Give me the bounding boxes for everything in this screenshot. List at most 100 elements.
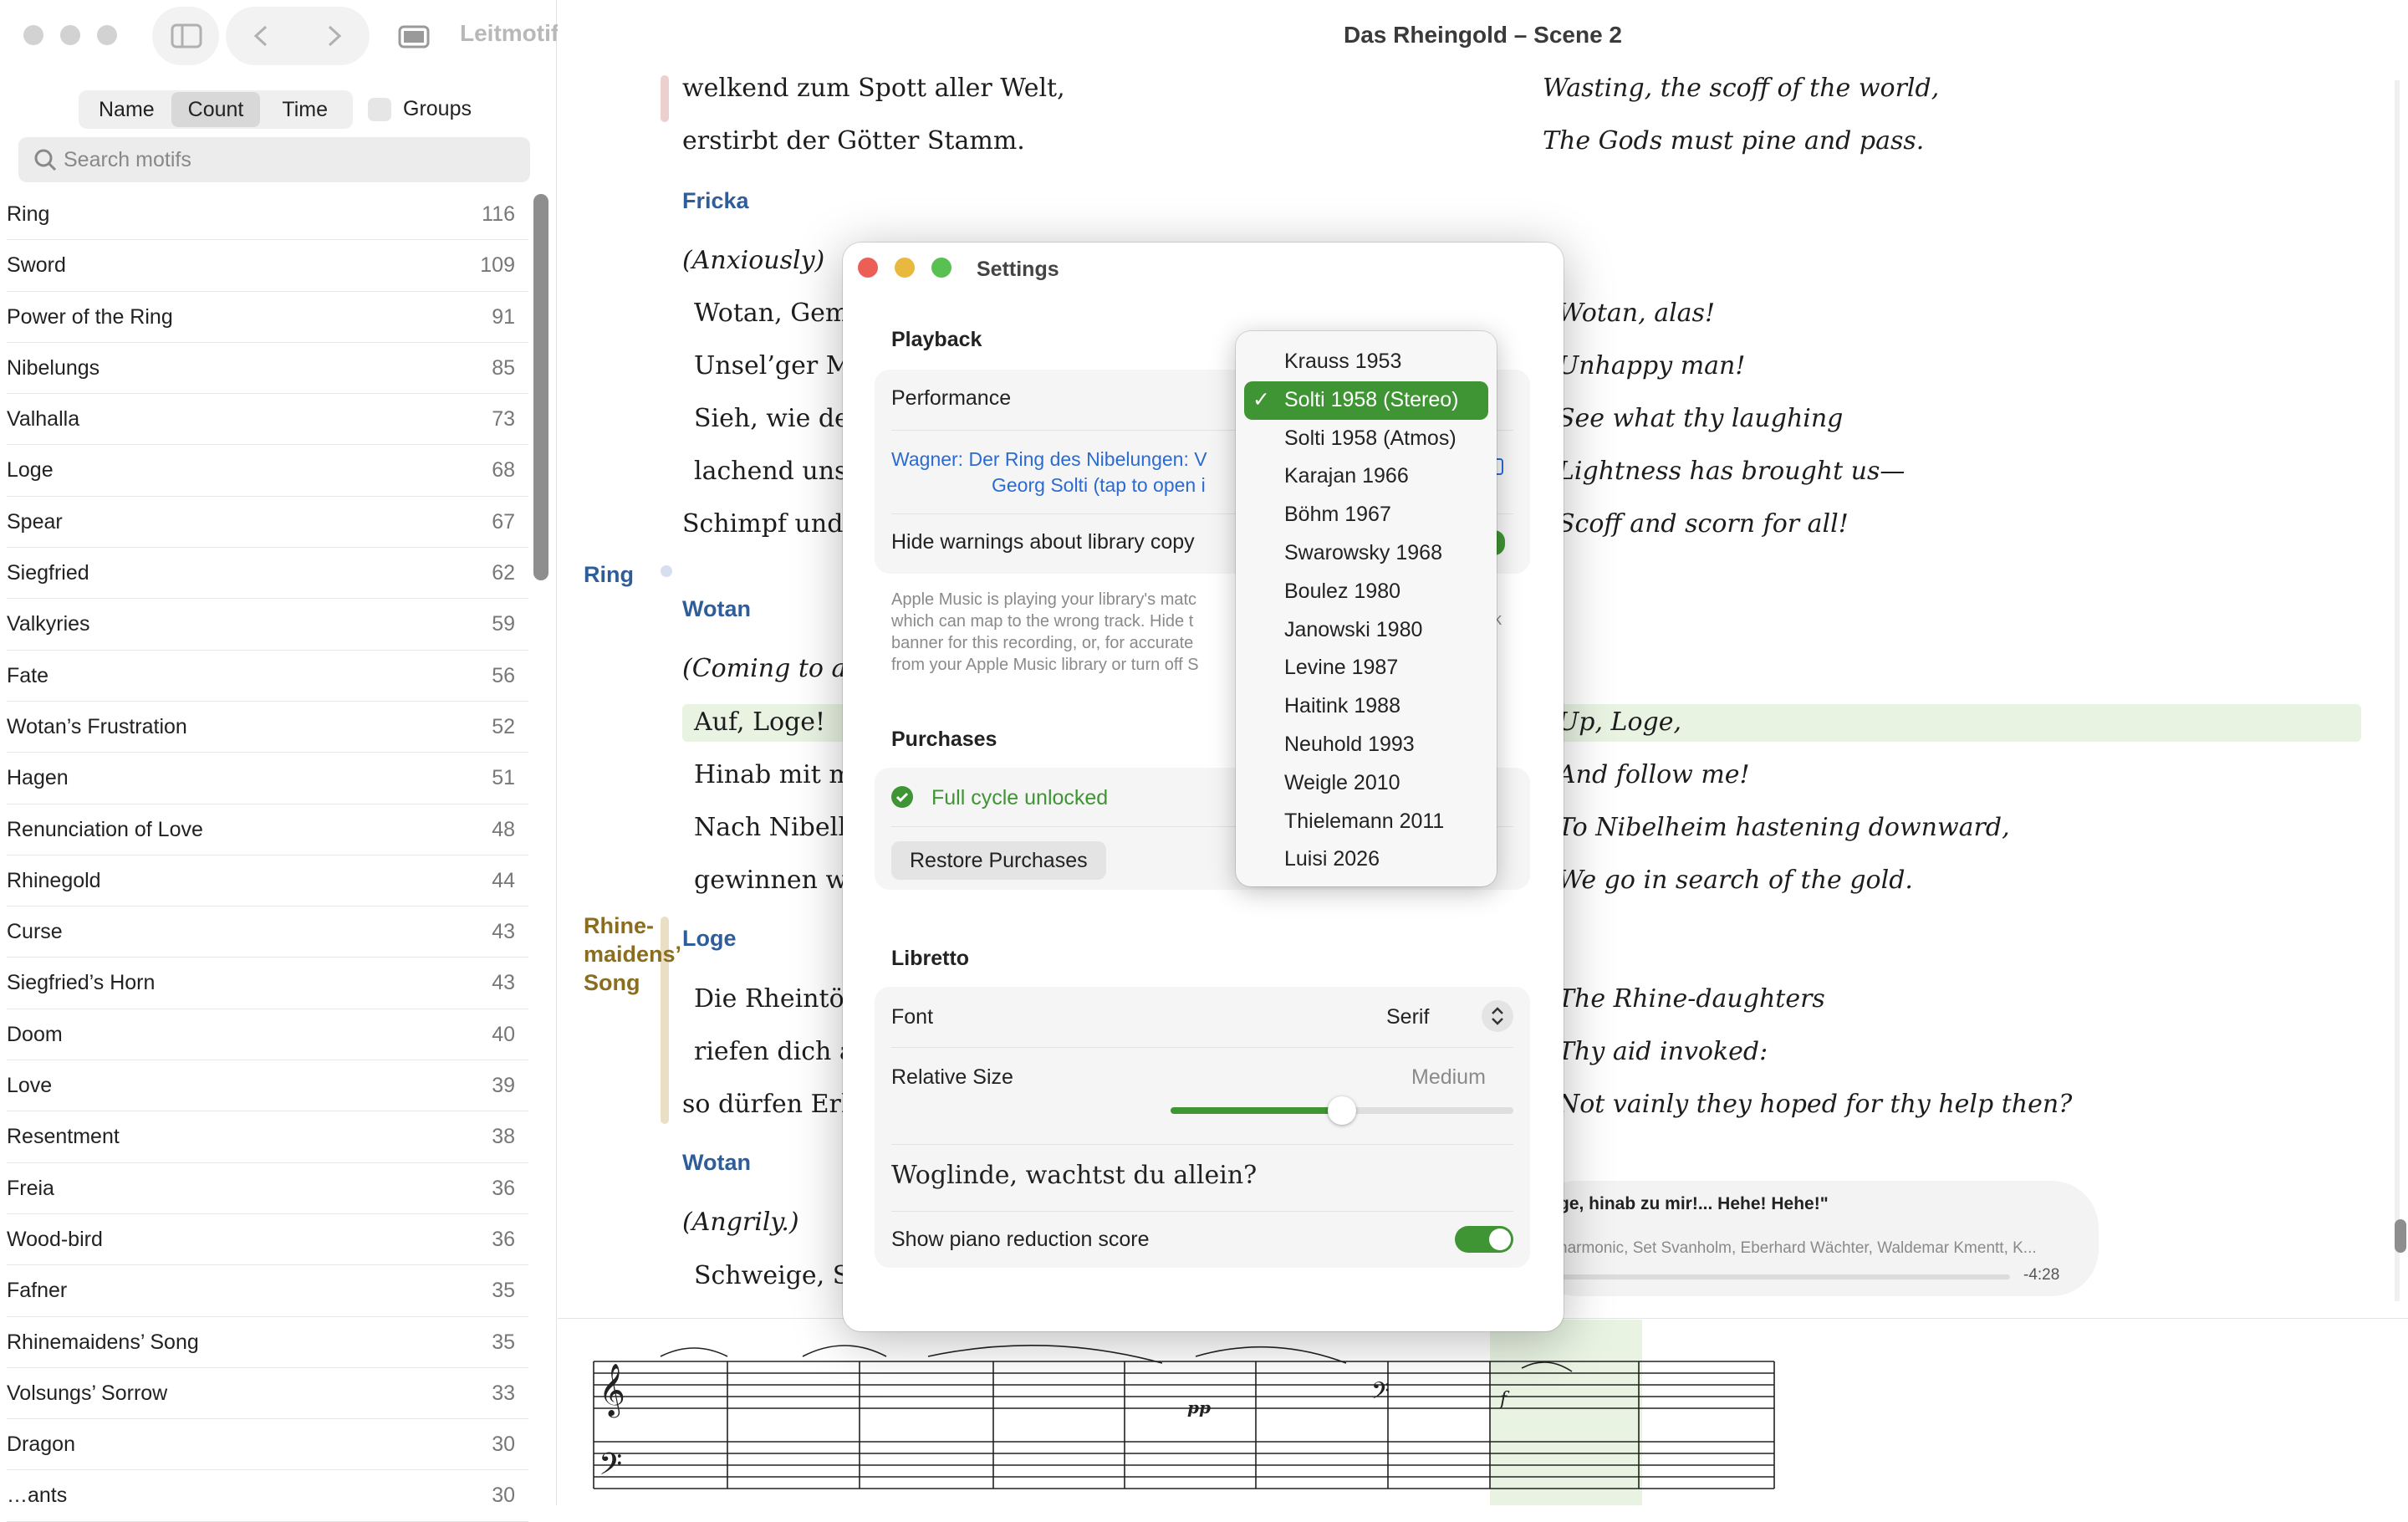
link-line: Georg Solti (tap to open i <box>992 474 1206 496</box>
groups-checkbox[interactable]: Groups <box>368 97 472 121</box>
motif-count: 35 <box>492 1330 515 1354</box>
german-line: lachend uns <box>694 457 848 486</box>
motif-row[interactable]: Valkyries 59 <box>7 599 528 651</box>
stage-direction: (Coming to a s <box>682 654 868 683</box>
close-window-button[interactable] <box>23 25 43 45</box>
font-stepper-icon[interactable] <box>1482 1000 1513 1032</box>
motif-name: Volsungs’ Sorrow <box>7 1381 168 1405</box>
motif-label-rhinemaidens[interactable]: Rhine- maidens’ Song <box>584 912 681 997</box>
piano-score-toggle[interactable] <box>1455 1226 1513 1253</box>
motif-row[interactable]: Fate 56 <box>7 651 528 702</box>
motif-row[interactable]: Power of the Ring 91 <box>7 292 528 343</box>
performance-option[interactable]: Solti 1958 (Atmos) <box>1244 420 1488 458</box>
motif-name: Loge <box>7 458 54 483</box>
motif-row[interactable]: Valhalla 73 <box>7 394 528 446</box>
motif-row[interactable]: Rhinemaidens’ Song 35 <box>7 1317 528 1368</box>
playback-progress[interactable] <box>1559 1274 2010 1279</box>
settings-minimize-button[interactable] <box>895 258 915 278</box>
slider-knob[interactable] <box>1328 1096 1356 1125</box>
motif-row[interactable]: Nibelungs 85 <box>7 343 528 395</box>
libretto-sample-text: Woglinde, wachtst du allein? <box>891 1161 1258 1190</box>
motif-dot <box>661 565 672 577</box>
motif-count: 85 <box>492 355 515 380</box>
motif-row[interactable]: Sword 109 <box>7 240 528 292</box>
divider <box>891 1144 1513 1145</box>
sort-by-name[interactable]: Name <box>82 92 171 127</box>
speaker-loge: Loge <box>682 926 737 951</box>
motif-row[interactable]: Volsungs’ Sorrow 33 <box>7 1368 528 1420</box>
motif-row[interactable]: Spear 67 <box>7 497 528 549</box>
sort-by-count[interactable]: Count <box>171 92 261 127</box>
motif-row[interactable]: Resentment 38 <box>7 1111 528 1163</box>
performance-option[interactable]: Boulez 1980 <box>1244 573 1488 611</box>
motif-count: 30 <box>492 1433 515 1457</box>
performance-option[interactable]: Janowski 1980 <box>1244 611 1488 650</box>
forward-chevron-icon[interactable] <box>328 25 342 47</box>
settings-zoom-button[interactable] <box>931 258 951 278</box>
german-line: erstirbt der Götter Stamm. <box>682 126 1025 156</box>
sidebar-toggle-button[interactable] <box>152 7 219 65</box>
minimize-window-button[interactable] <box>60 25 80 45</box>
performance-option[interactable]: Solti 1958 (Stereo) <box>1244 380 1488 420</box>
sidebar-scrollbar[interactable] <box>533 194 548 580</box>
recording-link[interactable]: Wagner: Der Ring des Nibelungen: V Georg… <box>891 447 1207 498</box>
motif-label-ring[interactable]: Ring <box>584 560 634 589</box>
motif-row[interactable]: Wotan’s Frustration 52 <box>7 702 528 753</box>
motif-name: Siegfried <box>7 561 89 585</box>
performance-option[interactable]: Luisi 2026 <box>1244 840 1488 879</box>
motif-count: 36 <box>492 1227 515 1251</box>
english-line: To Nibelheim hastening downward, <box>1558 813 2010 842</box>
performance-option[interactable]: Swarowsky 1968 <box>1244 534 1488 573</box>
performance-option[interactable]: Thielemann 2011 <box>1244 803 1488 841</box>
performance-option[interactable]: Levine 1987 <box>1244 649 1488 687</box>
performance-option[interactable]: Haitink 1988 <box>1244 687 1488 726</box>
motif-row[interactable]: Freia 36 <box>7 1163 528 1214</box>
motif-row[interactable]: …ants 30 <box>7 1470 528 1522</box>
stage-direction: (Angrily.) <box>682 1208 799 1237</box>
font-label: Font <box>891 1005 934 1029</box>
german-line: Unsel’ger Ma <box>694 351 867 380</box>
motif-row[interactable]: Hagen 51 <box>7 753 528 804</box>
motif-row[interactable]: Siegfried’s Horn 43 <box>7 958 528 1009</box>
divider <box>891 1211 1513 1212</box>
performance-option[interactable]: Neuhold 1993 <box>1244 726 1488 764</box>
track-artists: harmonic, Set Svanholm, Eberhard Wächter… <box>1559 1239 2037 1257</box>
motif-row[interactable]: Fafner 35 <box>7 1265 528 1317</box>
german-line: Schimpf und S <box>682 509 869 539</box>
display-icon <box>398 25 430 49</box>
performance-option[interactable]: Karajan 1966 <box>1244 457 1488 496</box>
back-chevron-icon[interactable] <box>253 25 268 47</box>
motif-row[interactable]: Doom 40 <box>7 1009 528 1061</box>
motif-row[interactable]: Wood-bird 36 <box>7 1214 528 1266</box>
search-icon <box>34 149 57 171</box>
mini-player[interactable]: ge, hinab zu mir!... Hehe! Hehe!" harmon… <box>1530 1181 2099 1296</box>
performance-option[interactable]: Weigle 2010 <box>1244 764 1488 803</box>
restore-purchases-button[interactable]: Restore Purchases <box>891 841 1106 880</box>
hide-warnings-label: Hide warnings about library copy <box>891 530 1195 554</box>
motif-name: Resentment <box>7 1125 120 1149</box>
performance-option[interactable]: Böhm 1967 <box>1244 496 1488 534</box>
english-line: The Rhine-daughters <box>1558 984 1825 1014</box>
sort-by-time[interactable]: Time <box>260 92 349 127</box>
score-view-button[interactable] <box>385 7 443 65</box>
main-scrollbar[interactable] <box>2395 1219 2406 1253</box>
font-value[interactable]: Serif <box>1386 1005 1429 1029</box>
motif-row[interactable]: Dragon 30 <box>7 1419 528 1471</box>
english-line: See what thy laughing <box>1558 404 1844 433</box>
motif-row[interactable]: Renunciation of Love 48 <box>7 804 528 855</box>
checkbox-box[interactable] <box>368 97 391 121</box>
settings-close-button[interactable] <box>858 258 878 278</box>
motif-count: 116 <box>482 202 515 226</box>
motif-row[interactable]: Rhinegold 44 <box>7 855 528 907</box>
motif-row[interactable]: Love 39 <box>7 1060 528 1112</box>
motif-row[interactable]: Curse 43 <box>7 907 528 958</box>
slider-fill <box>1171 1107 1342 1114</box>
relative-size-slider[interactable] <box>1171 1096 1513 1125</box>
english-line: And follow me! <box>1558 760 1750 789</box>
motif-row[interactable]: Ring 116 <box>7 189 528 241</box>
motif-row[interactable]: Loge 68 <box>7 445 528 497</box>
motif-row[interactable]: Siegfried 62 <box>7 548 528 600</box>
german-line: Die Rheintöc <box>694 984 859 1014</box>
zoom-window-button[interactable] <box>97 25 117 45</box>
performance-option[interactable]: Krauss 1953 <box>1244 343 1488 381</box>
